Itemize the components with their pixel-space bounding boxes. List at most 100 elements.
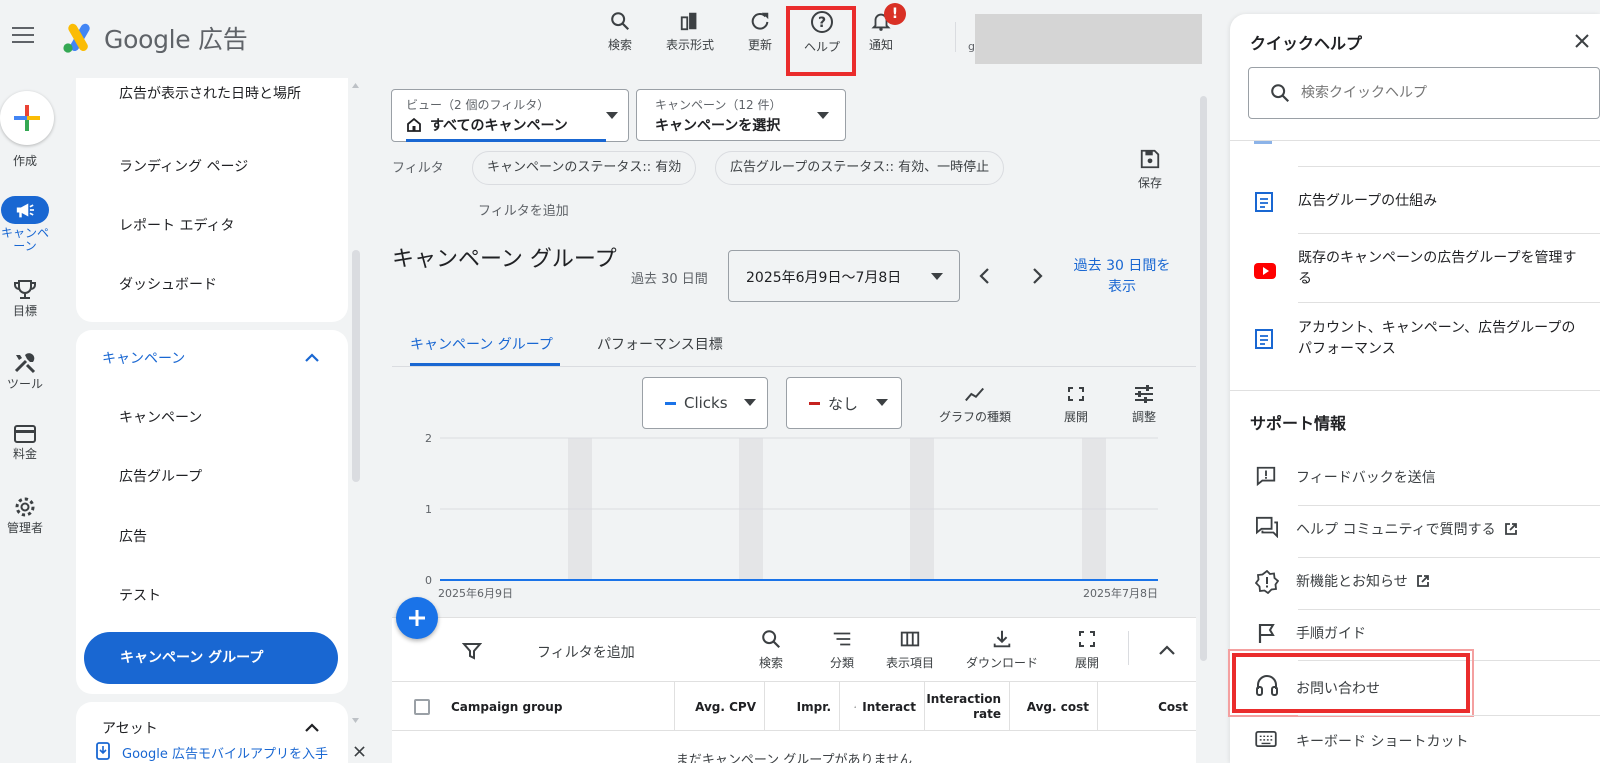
account-info-redacted[interactable] — [975, 14, 1202, 64]
table-search-button[interactable]: 検索 — [759, 628, 783, 671]
megaphone-icon — [16, 203, 34, 218]
search-icon — [611, 12, 630, 31]
support-whats-new-label: 新機能とお知らせ — [1296, 574, 1408, 590]
metric2-swatch — [809, 401, 820, 405]
x-tick-label: 2025年7月8日 — [1083, 586, 1158, 600]
appearance-button[interactable]: 表示形式 — [658, 10, 722, 68]
filter-label: フィルタ — [392, 161, 444, 176]
show-last-30-days-link[interactable]: 過去 30 日間を表示 — [1072, 256, 1172, 298]
chevron-up-icon[interactable] — [304, 722, 320, 732]
rail-label-campaigns: キャンペーン — [0, 226, 49, 253]
nav-item-campaigns[interactable]: キャンペーン — [119, 407, 202, 427]
col-avg-cpv[interactable]: Avg. CPV — [675, 682, 765, 732]
chevron-right-icon[interactable] — [1030, 266, 1044, 286]
close-icon[interactable] — [354, 746, 365, 757]
y-tick-label: 1 — [425, 503, 432, 516]
chevron-up-icon[interactable] — [304, 352, 320, 362]
help-highlight-box — [786, 6, 856, 76]
chevron-left-icon[interactable] — [978, 266, 992, 286]
rail-item-billing[interactable]: 料金 — [0, 423, 50, 461]
col-interaction-rate[interactable]: Interaction rate — [925, 682, 1010, 732]
table-download-label: ダウンロード — [966, 656, 1039, 670]
table-columns-button[interactable]: 表示項目 — [886, 628, 934, 671]
add-campaign-group-button[interactable] — [396, 597, 438, 639]
help-article-ad-groups[interactable]: 広告グループの仕組み — [1298, 191, 1588, 212]
search-button[interactable]: 検索 — [588, 10, 652, 68]
add-filter-link[interactable]: フィルタを追加 — [478, 200, 569, 219]
quick-help-search-input[interactable] — [1301, 80, 1571, 106]
nav-item-experiments[interactable]: テスト — [119, 585, 161, 605]
plus-icon — [409, 610, 425, 626]
nav-item-campaign-groups[interactable]: キャンペーン グループ — [84, 632, 338, 684]
support-whats-new[interactable]: 新機能とお知らせ — [1296, 571, 1430, 591]
metric-selector-none[interactable]: なし — [786, 377, 902, 429]
chart-adjust-button[interactable]: 調整 — [1132, 385, 1156, 425]
rail-item-admin[interactable]: 管理者 — [0, 495, 50, 535]
table-segment-button[interactable]: 分類 — [830, 628, 854, 671]
quick-help-search[interactable] — [1248, 67, 1600, 119]
y-tick-label: 0 — [425, 574, 432, 587]
dropdown-arrow-icon — [743, 399, 756, 406]
divider — [1298, 609, 1600, 610]
help-article-performance[interactable]: アカウント、キャンペーン、広告グループのパフォーマンス — [1298, 318, 1588, 360]
period-label: 過去 30 日間 — [631, 272, 708, 287]
home-icon — [407, 117, 421, 132]
scrolled-article-icon — [1254, 141, 1272, 144]
date-range-picker[interactable]: 2025年6月9日〜7月8日 — [728, 250, 960, 302]
nav-scrollbar-thumb[interactable] — [352, 250, 360, 482]
nav-item-ads[interactable]: 広告 — [119, 526, 147, 546]
menu-icon[interactable] — [12, 26, 36, 46]
support-send-feedback[interactable]: フィードバックを送信 — [1296, 467, 1436, 487]
col-cost[interactable]: Cost — [1098, 682, 1196, 732]
toolbar-divider — [1128, 631, 1129, 665]
support-keyboard-shortcuts[interactable]: キーボード ショートカット — [1296, 731, 1468, 751]
trophy-icon — [14, 280, 36, 299]
rail-item-goals[interactable]: 目標 — [0, 278, 50, 318]
nav-section-campaigns[interactable]: キャンペーン — [102, 348, 185, 368]
refresh-button[interactable]: 更新 — [728, 10, 792, 68]
nav-item-landing-pages[interactable]: ランディング ページ — [119, 156, 248, 176]
filter-icon[interactable] — [462, 641, 482, 661]
table-add-filter[interactable]: フィルタを追加 — [537, 642, 635, 662]
divider — [1230, 140, 1600, 141]
help-article-manage-ad-groups[interactable]: 既存のキャンペーンの広告グループを管理する — [1298, 248, 1588, 290]
rail-item-tools[interactable]: ツール — [0, 351, 50, 391]
main-scrollbar-thumb[interactable] — [1200, 96, 1207, 661]
chevron-up-icon[interactable] — [1158, 644, 1176, 656]
rail-item-campaigns[interactable]: キャンペーン — [0, 196, 50, 253]
nav-item-ad-groups[interactable]: 広告グループ — [119, 466, 202, 486]
metric-selector-clicks[interactable]: Clicks — [642, 377, 768, 429]
contact-highlight-box — [1228, 649, 1474, 717]
chart-expand-button[interactable]: 展開 — [1064, 385, 1088, 425]
nav-item-when-where[interactable]: 広告が表示された日時と場所 — [119, 84, 319, 105]
filter-chip-campaign-status[interactable]: キャンペーンのステータス:: 有効 — [472, 151, 697, 185]
nav-item-report-editor[interactable]: レポート エディタ — [119, 215, 234, 235]
tab-performance-goals[interactable]: パフォーマンス目標 — [597, 334, 723, 354]
filter-chip-adgroup-status[interactable]: 広告グループのステータス:: 有効、一時停止 — [715, 151, 1005, 185]
view-selector[interactable]: ビュー（2 個のフィルタ） すべてのキャンペーン — [391, 89, 629, 142]
mobile-app-text: Google 広告モバイルアプリを入手 — [122, 747, 328, 762]
save-button[interactable]: 保存 — [1138, 148, 1162, 191]
close-icon[interactable] — [1574, 33, 1590, 49]
mobile-app-banner[interactable]: Google 広告モバイルアプリを入手 — [76, 742, 366, 763]
google-ads-logo[interactable]: Google 広告 — [62, 20, 248, 56]
col-campaign-group[interactable]: Campaign group — [392, 682, 675, 732]
support-walkthrough-guide[interactable]: 手順ガイド — [1296, 623, 1366, 643]
campaign-selector[interactable]: キャンペーン（12 件） キャンペーンを選択 — [636, 89, 846, 141]
nav-section-assets[interactable]: アセット — [102, 718, 158, 738]
create-button[interactable] — [0, 91, 54, 145]
support-community[interactable]: ヘルプ コミュニティで質問する — [1296, 519, 1518, 539]
col-interactions[interactable]: Interact — [840, 682, 925, 732]
nav-item-dashboard[interactable]: ダッシュボード — [119, 274, 217, 294]
google-ads-logo-icon — [63, 23, 90, 53]
table-download-button[interactable]: ダウンロード — [966, 628, 1038, 671]
tab-campaign-groups[interactable]: キャンペーン グループ — [410, 334, 553, 354]
toolbar-divider — [955, 22, 956, 52]
col-impr[interactable]: Impr. — [765, 682, 840, 732]
col-avg-cost[interactable]: Avg. cost — [1010, 682, 1098, 732]
col-interactions-label: Interact — [862, 700, 916, 714]
table-expand-button[interactable]: 展開 — [1075, 628, 1099, 671]
view-selector-underline — [406, 139, 606, 142]
arrow-down-icon — [854, 705, 856, 709]
chart-type-button[interactable]: グラフの種類 — [939, 385, 1011, 425]
